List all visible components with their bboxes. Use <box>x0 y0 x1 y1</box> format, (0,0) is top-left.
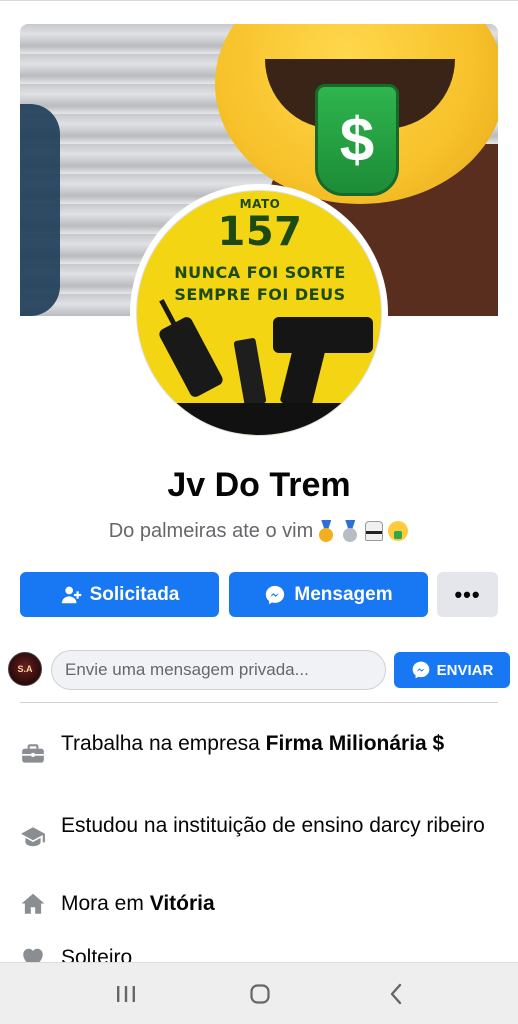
cover-shutter-shadow <box>20 104 60 316</box>
solicitada-label: Solicitada <box>89 583 180 605</box>
briefcase-icon <box>22 744 44 763</box>
top-strip <box>0 0 518 6</box>
messenger-icon <box>266 585 285 604</box>
private-message-input[interactable] <box>51 650 386 690</box>
friend-request-sent-button[interactable]: Solicitada <box>20 572 219 617</box>
bio-text: Do palmeiras ate o vim <box>108 519 314 542</box>
system-navigation-bar <box>0 962 518 1024</box>
work-company[interactable]: Firma Milionária $ <box>266 732 445 755</box>
money-mouth-face-icon <box>387 518 409 544</box>
avatar-text-line1: NUNCA FOI SORTE <box>174 263 346 282</box>
avatar-text-number: 157 <box>217 209 303 255</box>
mensagem-label: Mensagem <box>294 583 393 605</box>
graduation-cap-icon <box>21 827 45 847</box>
lives-city[interactable]: Vitória <box>150 892 215 915</box>
profile-name: Jv Do Trem <box>167 466 351 504</box>
profile-bio: Do palmeiras ate o vim <box>0 518 518 544</box>
education-text: Estudou na instituição de ensino darcy r… <box>61 814 485 837</box>
recent-apps-icon <box>117 986 135 1002</box>
avatar-text-line2: SEMPRE FOI DEUS <box>174 285 346 304</box>
more-options-button[interactable]: ••• <box>437 572 498 617</box>
lives-prefix: Mora em <box>61 892 150 915</box>
viewer-avatar-text: S.A <box>17 664 33 674</box>
send-button[interactable]: ENVIAR <box>394 652 510 688</box>
magazine-graphic <box>233 337 267 407</box>
more-dots-icon: ••• <box>454 581 481 607</box>
work-text: Trabalha na empresa Firma Milionária $ <box>61 730 491 758</box>
back-button[interactable] <box>376 977 416 1011</box>
silver-medal-icon <box>339 518 361 544</box>
avatar-bottom-band <box>137 403 381 435</box>
martial-arts-uniform-icon <box>363 518 385 544</box>
gold-medal-icon <box>315 518 337 544</box>
home-circle-icon <box>250 984 270 1004</box>
recent-apps-button[interactable] <box>106 977 146 1011</box>
back-icon <box>390 983 402 1005</box>
send-label: ENVIAR <box>436 661 494 679</box>
home-button[interactable] <box>240 977 280 1011</box>
work-prefix: Trabalha na empresa <box>61 732 266 755</box>
person-plus-icon <box>61 586 81 603</box>
lives-text: Mora em Vitória <box>61 890 491 918</box>
message-button[interactable]: Mensagem <box>229 572 428 617</box>
messenger-icon <box>412 661 429 679</box>
divider <box>20 702 498 703</box>
money-tongue: $ <box>315 84 399 196</box>
radio-graphic <box>157 314 225 400</box>
profile-picture[interactable]: MATO 157 NUNCA FOI SORTE SEMPRE FOI DEUS <box>136 190 382 436</box>
viewer-avatar: S.A <box>8 652 42 686</box>
home-icon <box>21 893 45 914</box>
